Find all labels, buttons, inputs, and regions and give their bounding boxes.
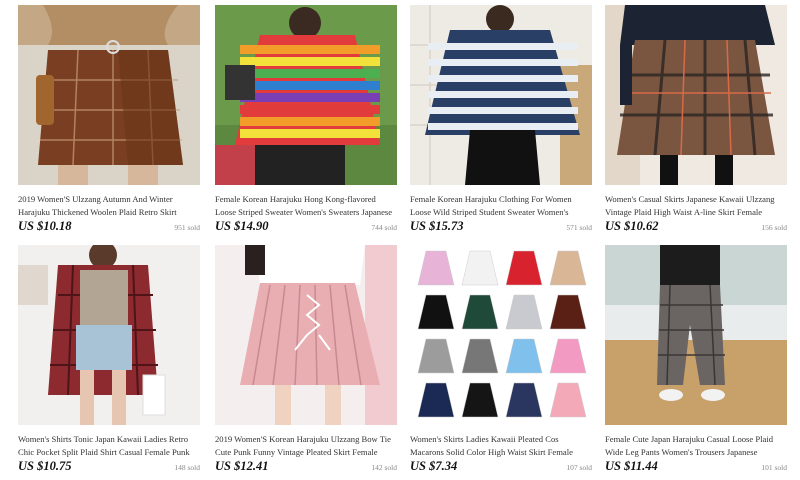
product-card[interactable]: 2019 Women'S Korean Harajuku Ulzzang Bow… bbox=[215, 245, 397, 474]
product-price: US $10.62 bbox=[605, 219, 659, 233]
product-title[interactable]: Female Cute Japan Harajuku Casual Loose … bbox=[605, 433, 787, 458]
product-image-rainbow-sweater[interactable] bbox=[215, 5, 397, 185]
sold-count: 101 sold bbox=[761, 463, 787, 472]
product-title[interactable]: 2019 Women'S Korean Harajuku Ulzzang Bow… bbox=[215, 433, 397, 458]
product-title[interactable]: Female Korean Harajuku Clothing For Wome… bbox=[410, 193, 592, 218]
product-photo bbox=[605, 5, 787, 185]
product-title[interactable]: 2019 Women'S Ulzzang Autumn And Winter H… bbox=[18, 193, 200, 218]
product-card[interactable]: 2019 Women'S Ulzzang Autumn And Winter H… bbox=[18, 5, 200, 234]
sold-count: 142 sold bbox=[371, 463, 397, 472]
product-meta: US $14.90 744 sold bbox=[215, 219, 397, 234]
product-card[interactable]: Female Korean Harajuku Clothing For Wome… bbox=[410, 5, 592, 234]
product-photo bbox=[605, 245, 787, 425]
product-photo bbox=[410, 245, 592, 425]
product-image-navy-striped-sweater[interactable] bbox=[410, 5, 592, 185]
product-photo bbox=[215, 245, 397, 425]
product-image-pleated-skirt-color-chart[interactable] bbox=[410, 245, 592, 425]
product-image-pink-pleated-skirt[interactable] bbox=[215, 245, 397, 425]
product-meta: US $10.75 148 sold bbox=[18, 459, 200, 474]
product-photo bbox=[18, 5, 200, 185]
sold-count: 107 sold bbox=[566, 463, 592, 472]
product-photo bbox=[215, 5, 397, 185]
product-meta: US $7.34 107 sold bbox=[410, 459, 592, 474]
product-title[interactable]: Female Korean Harajuku Hong Kong-flavore… bbox=[215, 193, 397, 218]
product-price: US $11.44 bbox=[605, 459, 658, 473]
product-price: US $12.41 bbox=[215, 459, 269, 473]
product-meta: US $11.44 101 sold bbox=[605, 459, 787, 474]
product-price: US $10.75 bbox=[18, 459, 72, 473]
sold-count: 148 sold bbox=[174, 463, 200, 472]
sold-count: 571 sold bbox=[566, 223, 592, 232]
product-meta: US $10.18 951 sold bbox=[18, 219, 200, 234]
sold-count: 951 sold bbox=[174, 223, 200, 232]
product-image-brown-plaid-skirt[interactable] bbox=[18, 5, 200, 185]
sold-count: 744 sold bbox=[371, 223, 397, 232]
product-grid: 2019 Women'S Ulzzang Autumn And Winter H… bbox=[0, 0, 800, 480]
sold-count: 156 sold bbox=[761, 223, 787, 232]
product-price: US $15.73 bbox=[410, 219, 464, 233]
product-card[interactable]: Female Korean Harajuku Hong Kong-flavore… bbox=[215, 5, 397, 234]
product-photo bbox=[410, 5, 592, 185]
product-card[interactable]: Women's Shirts Tonic Japan Kawaii Ladies… bbox=[18, 245, 200, 474]
product-title[interactable]: Women's Skirts Ladies Kawaii Pleated Cos… bbox=[410, 433, 592, 458]
product-title[interactable]: Women's Casual Skirts Japanese Kawaii Ul… bbox=[605, 193, 787, 218]
product-meta: US $15.73 571 sold bbox=[410, 219, 592, 234]
product-card[interactable]: Women's Casual Skirts Japanese Kawaii Ul… bbox=[605, 5, 787, 234]
product-card[interactable]: Women's Skirts Ladies Kawaii Pleated Cos… bbox=[410, 245, 592, 474]
product-price: US $14.90 bbox=[215, 219, 269, 233]
product-meta: US $12.41 142 sold bbox=[215, 459, 397, 474]
product-meta: US $10.62 156 sold bbox=[605, 219, 787, 234]
product-photo bbox=[18, 245, 200, 425]
product-image-red-plaid-shirt[interactable] bbox=[18, 245, 200, 425]
product-price: US $7.34 bbox=[410, 459, 458, 473]
product-image-plaid-wide-leg-pants[interactable] bbox=[605, 245, 787, 425]
product-price: US $10.18 bbox=[18, 219, 72, 233]
product-card[interactable]: Female Cute Japan Harajuku Casual Loose … bbox=[605, 245, 787, 474]
product-image-plaid-a-line-skirt[interactable] bbox=[605, 5, 787, 185]
product-title[interactable]: Women's Shirts Tonic Japan Kawaii Ladies… bbox=[18, 433, 200, 458]
